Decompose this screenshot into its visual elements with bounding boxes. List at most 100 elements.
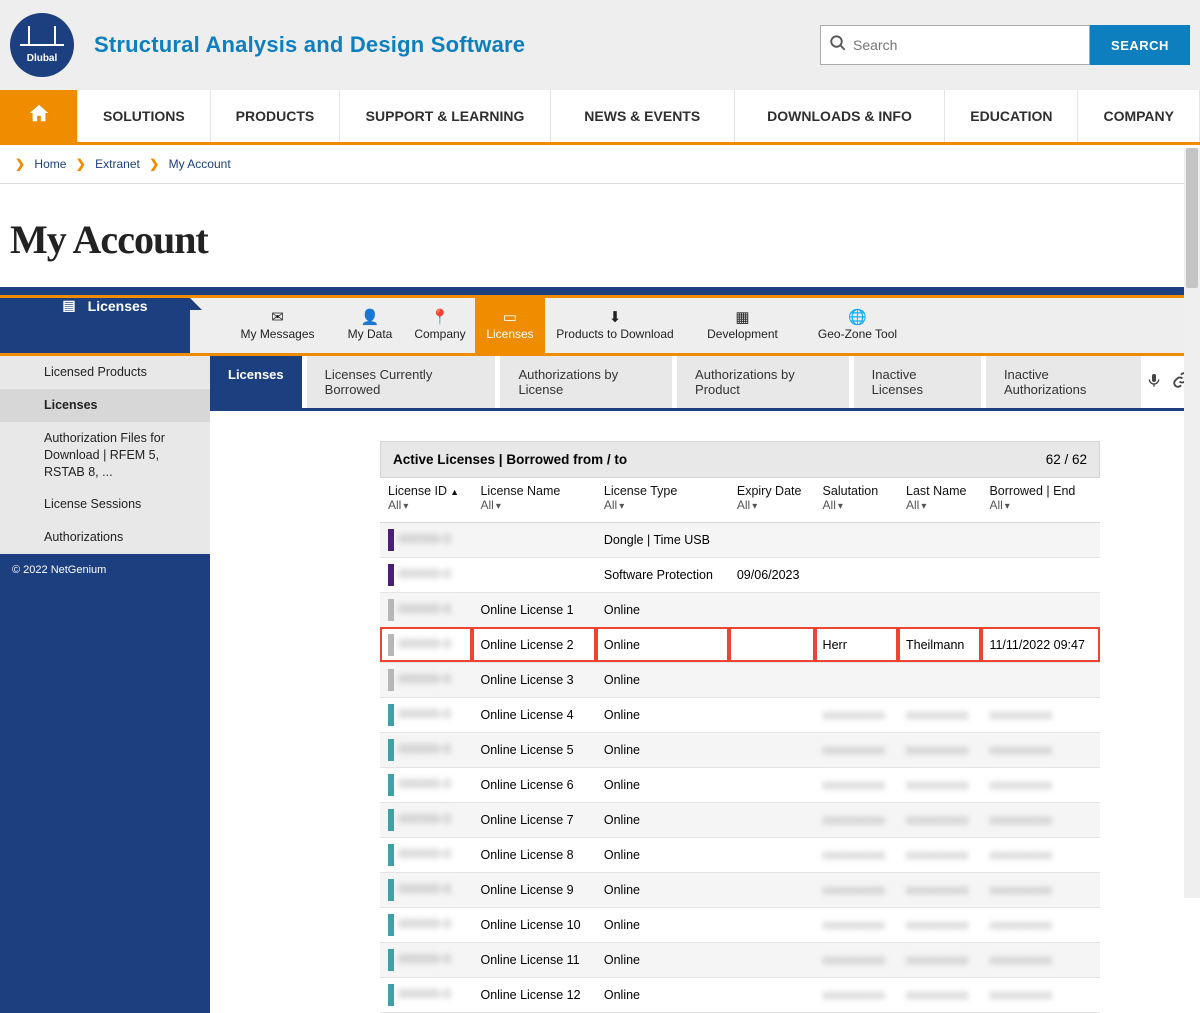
column-filter[interactable]: All▾: [388, 498, 408, 512]
redacted-text: xxxxxxxxxx: [906, 813, 969, 827]
subtab-inactive-licenses[interactable]: Inactive Licenses: [854, 356, 981, 408]
cell-id: 000000-0: [380, 942, 472, 977]
column-header[interactable]: License NameAll▾: [472, 478, 595, 522]
cell: xxxxxxxxxx: [981, 977, 1100, 1012]
column-header[interactable]: License ID▲All▾: [380, 478, 472, 522]
redacted-text: xxxxxxxxxx: [906, 953, 969, 967]
table-row[interactable]: 000000-0Online License 3Online: [380, 662, 1100, 697]
subtab-currently-borrowed[interactable]: Licenses Currently Borrowed: [307, 356, 496, 408]
breadcrumb-home[interactable]: Home: [34, 157, 66, 171]
cell-name: Online License 7: [472, 802, 595, 837]
cell-expiry: [729, 662, 815, 697]
cell: [981, 557, 1100, 592]
sidebar-item-licenses[interactable]: Licenses: [0, 389, 210, 422]
subtab-inactive-auth[interactable]: Inactive Authorizations: [986, 356, 1141, 408]
search-box[interactable]: [820, 25, 1090, 65]
search-button[interactable]: SEARCH: [1090, 25, 1190, 65]
table-row[interactable]: 000000-0Online License 8Onlinexxxxxxxxxx…: [380, 837, 1100, 872]
scrollbar-thumb[interactable]: [1186, 148, 1198, 288]
table-row[interactable]: 000000-0Online License 6Onlinexxxxxxxxxx…: [380, 767, 1100, 802]
logo[interactable]: Dlubal: [10, 13, 74, 77]
cell: xxxxxxxxxx: [898, 732, 981, 767]
cell-type: Online: [596, 977, 729, 1012]
redacted-text: 000000-0: [398, 917, 451, 931]
column-filter[interactable]: All▾: [480, 498, 500, 512]
column-filter[interactable]: All▾: [604, 498, 624, 512]
cell-expiry: [729, 977, 815, 1012]
tab-company[interactable]: 📍 Company: [405, 298, 475, 353]
column-header[interactable]: Expiry DateAll▾: [729, 478, 815, 522]
subtab-licenses[interactable]: Licenses: [210, 356, 302, 408]
tab-licenses[interactable]: ▭ Licenses: [475, 298, 545, 353]
redacted-text: 000000-0: [398, 882, 451, 896]
table-row[interactable]: 000000-0Online License 10Onlinexxxxxxxxx…: [380, 907, 1100, 942]
search-input[interactable]: [847, 33, 1081, 57]
table-row[interactable]: 000000-0Online License 5Onlinexxxxxxxxxx…: [380, 732, 1100, 767]
row-color-mark: [388, 669, 394, 691]
column-filter[interactable]: All▾: [823, 498, 843, 512]
redacted-text: xxxxxxxxxx: [989, 953, 1052, 967]
row-color-mark: [388, 879, 394, 901]
chevron-down-icon: ▾: [1005, 501, 1010, 512]
nav-company[interactable]: COMPANY: [1078, 90, 1200, 142]
column-header[interactable]: SalutationAll▾: [815, 478, 898, 522]
redacted-text: 000000-0: [398, 847, 451, 861]
nav-downloads[interactable]: DOWNLOADS & INFO: [735, 90, 946, 142]
nav-news[interactable]: NEWS & EVENTS: [551, 90, 735, 142]
cell: [815, 522, 898, 557]
cell: xxxxxxxxxx: [815, 802, 898, 837]
cell-type: Online: [596, 872, 729, 907]
tab-my-messages[interactable]: ✉ My Messages: [220, 298, 335, 353]
table-row[interactable]: 000000-0Online License 4Onlinexxxxxxxxxx…: [380, 697, 1100, 732]
column-filter[interactable]: All▾: [906, 498, 926, 512]
table-row[interactable]: 000000-0Online License 9Onlinexxxxxxxxxx…: [380, 872, 1100, 907]
breadcrumb-extranet[interactable]: Extranet: [95, 157, 140, 171]
redacted-text: xxxxxxxxxx: [906, 708, 969, 722]
cell-expiry: [729, 942, 815, 977]
sidebar-item-auth-files[interactable]: Authorization Files for Download | RFEM …: [0, 422, 210, 489]
nav-solutions[interactable]: SOLUTIONS: [78, 90, 211, 142]
nav-support[interactable]: SUPPORT & LEARNING: [340, 90, 551, 142]
tab-geo-zone[interactable]: 🌐 Geo-Zone Tool: [800, 298, 915, 353]
column-filter[interactable]: All▾: [737, 498, 757, 512]
row-color-mark: [388, 914, 394, 936]
column-header[interactable]: License TypeAll▾: [596, 478, 729, 522]
licenses-table: License ID▲All▾License NameAll▾License T…: [380, 478, 1100, 1013]
column-name: Last Name: [906, 484, 973, 498]
tab-products-download[interactable]: ⬇ Products to Download: [545, 298, 685, 353]
cell: [981, 592, 1100, 627]
column-name: Expiry Date: [737, 484, 807, 498]
table-row[interactable]: 000000-0Online License 11Onlinexxxxxxxxx…: [380, 942, 1100, 977]
tab-label: Company: [414, 327, 465, 341]
subtab-auth-by-license[interactable]: Authorizations by License: [500, 356, 672, 408]
table-row[interactable]: 000000-0Online License 2OnlineHerrTheilm…: [380, 627, 1100, 662]
tab-licenses-sidebar[interactable]: ▤ Licenses: [0, 298, 190, 353]
cell: [898, 557, 981, 592]
table-row[interactable]: 000000-0Dongle | Time USB: [380, 522, 1100, 557]
column-header[interactable]: Borrowed | EndAll▾: [981, 478, 1100, 522]
home-icon: [28, 102, 50, 130]
nav-education[interactable]: EDUCATION: [945, 90, 1078, 142]
sidebar-item-license-sessions[interactable]: License Sessions: [0, 488, 210, 521]
nav-home[interactable]: [0, 90, 78, 142]
scrollbar[interactable]: [1184, 148, 1200, 898]
tab-development[interactable]: ▦ Development: [685, 298, 800, 353]
cell-expiry: 09/06/2023: [729, 557, 815, 592]
table-row[interactable]: 000000-0Online License 12Onlinexxxxxxxxx…: [380, 977, 1100, 1012]
nav-products[interactable]: PRODUCTS: [211, 90, 341, 142]
mic-icon[interactable]: [1146, 372, 1162, 393]
column-filter[interactable]: All▾: [989, 498, 1009, 512]
table-row[interactable]: 000000-0Software Protection09/06/2023: [380, 557, 1100, 592]
cell-expiry: [729, 767, 815, 802]
row-color-mark: [388, 774, 394, 796]
table-row[interactable]: 000000-0Online License 1Online: [380, 592, 1100, 627]
sidebar-item-authorizations[interactable]: Authorizations: [0, 521, 210, 554]
tab-my-data[interactable]: 👤 My Data: [335, 298, 405, 353]
subtab-auth-by-product[interactable]: Authorizations by Product: [677, 356, 849, 408]
cell-id: 000000-0: [380, 907, 472, 942]
sidebar-item-licensed-products[interactable]: Licensed Products: [0, 356, 210, 389]
column-header[interactable]: Last NameAll▾: [898, 478, 981, 522]
table-row[interactable]: 000000-0Online License 7Onlinexxxxxxxxxx…: [380, 802, 1100, 837]
cell: xxxxxxxxxx: [815, 697, 898, 732]
cell-name: [472, 522, 595, 557]
